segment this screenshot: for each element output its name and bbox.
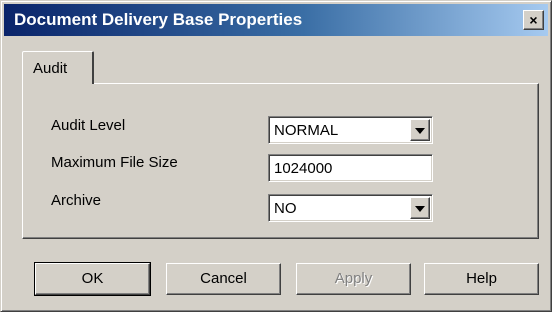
audit-panel bbox=[22, 83, 539, 239]
close-button[interactable]: × bbox=[523, 10, 544, 30]
apply-button[interactable]: Apply bbox=[296, 263, 411, 295]
cancel-button[interactable]: Cancel bbox=[166, 263, 281, 295]
title-bar[interactable]: Document Delivery Base Properties × bbox=[4, 4, 548, 36]
dialog-window: Document Delivery Base Properties × Audi… bbox=[0, 0, 552, 312]
close-icon: × bbox=[529, 12, 538, 28]
tab-audit[interactable]: Audit bbox=[22, 51, 94, 84]
window-title: Document Delivery Base Properties bbox=[14, 10, 303, 29]
help-button[interactable]: Help bbox=[424, 263, 539, 295]
tab-audit-label: Audit bbox=[33, 60, 68, 77]
ok-button[interactable]: OK bbox=[34, 262, 151, 296]
